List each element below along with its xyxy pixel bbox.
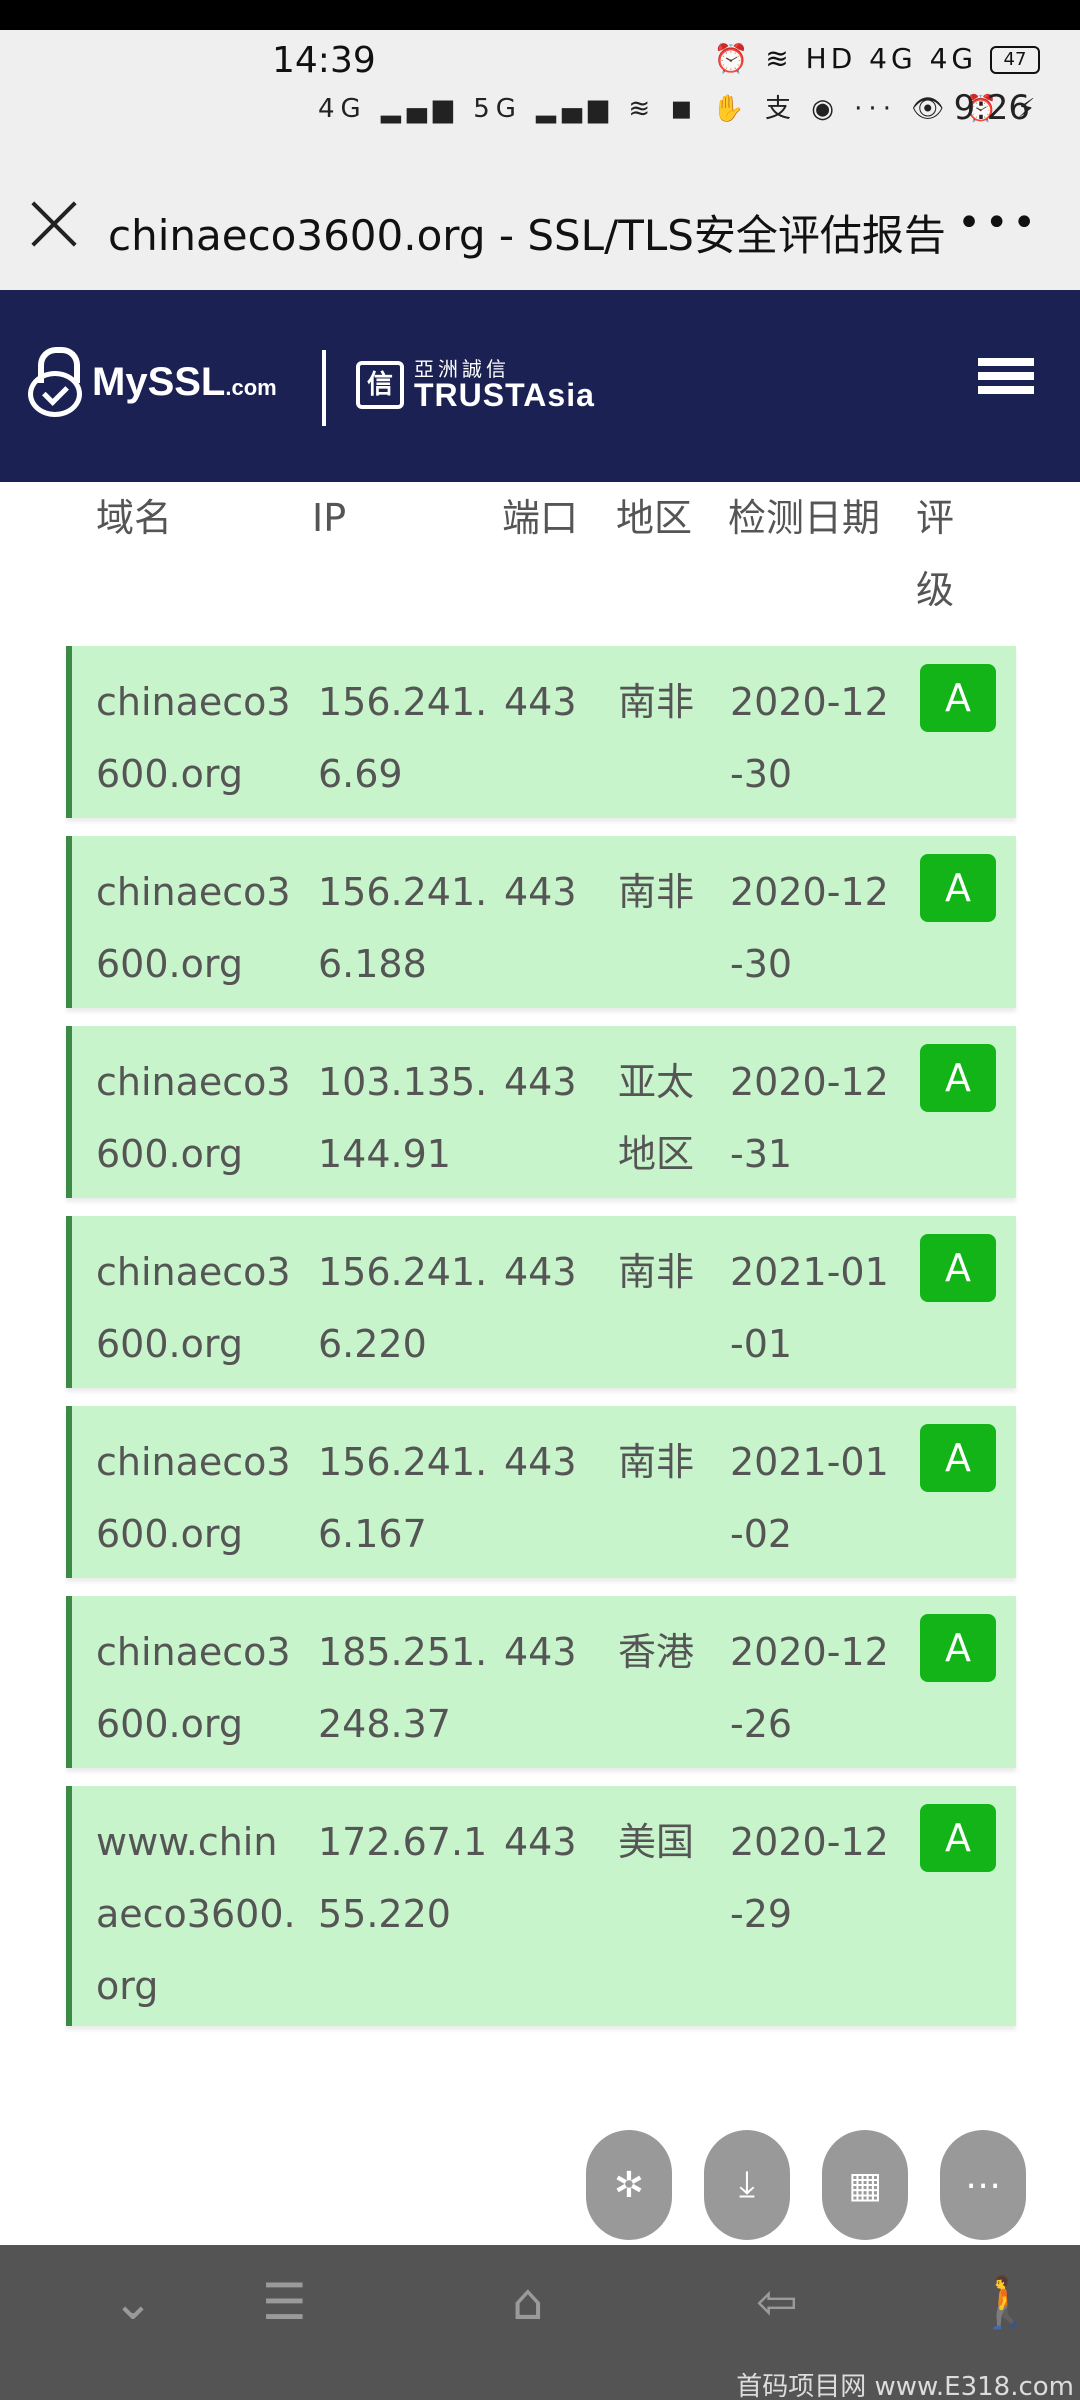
trustasia-badge-icon: 信: [356, 361, 404, 409]
cell-port: 443: [504, 680, 577, 724]
trustasia-cn: 亞洲誠信: [414, 357, 510, 381]
status-icons-text: ⏰ ≋ HD 4G 4G: [713, 42, 978, 75]
cell-region: 南非: [618, 1250, 695, 1294]
cell-domain: chinaeco3600.org: [96, 680, 291, 796]
browser-toolbar: chinaeco3600.org - SSL/TLS安全评估报告 •••: [0, 140, 1080, 290]
nav-home-icon[interactable]: ⌂: [512, 2273, 544, 2331]
cell-domain: chinaeco3600.org: [96, 1440, 291, 1556]
cell-port: 443: [504, 1440, 577, 1484]
cell-port: 443: [504, 870, 577, 914]
more-options-button[interactable]: •••: [957, 200, 1040, 246]
cell-region: 南非: [618, 680, 695, 724]
floating-tool-button[interactable]: ✲: [586, 2130, 672, 2240]
cell-date: 2020-12-29: [730, 1820, 889, 1936]
myssl-logo-text: MySSL.com: [92, 359, 277, 404]
table-row[interactable]: chinaeco3600.org 156.241.6.220 443 南非 20…: [66, 1216, 1016, 1388]
header-date: 检测日期: [728, 496, 881, 540]
cell-ip: 156.241.6.167: [318, 1440, 488, 1556]
results-list: chinaeco3600.org 156.241.6.69 443 南非 202…: [66, 646, 1016, 2044]
table-row[interactable]: chinaeco3600.org 156.241.6.188 443 南非 20…: [66, 836, 1016, 1008]
cell-date: 2020-12-30: [730, 680, 889, 796]
cell-ip: 103.135.144.91: [318, 1060, 488, 1176]
cell-date: 2020-12-30: [730, 870, 889, 986]
cell-date: 2021-01-02: [730, 1440, 889, 1556]
battery-icon: 47: [990, 46, 1040, 74]
cell-ip: 156.241.6.188: [318, 870, 488, 986]
myssl-logo[interactable]: MySSL.com: [28, 342, 277, 422]
cell-date: 2020-12-31: [730, 1060, 889, 1176]
header-port: 端口: [502, 496, 579, 540]
download-icon[interactable]: ⤓: [704, 2130, 790, 2240]
menu-icon[interactable]: [978, 358, 1034, 410]
cell-date: 2021-01-01: [730, 1250, 889, 1366]
grade-badge[interactable]: A: [920, 1424, 996, 1492]
status-time: 14:39: [272, 40, 376, 81]
table-row[interactable]: www.chinaeco3600.org 172.67.155.220 443 …: [66, 1786, 1016, 2026]
cell-domain: chinaeco3600.org: [96, 1250, 291, 1366]
cell-region: 美国: [618, 1820, 695, 1864]
cell-domain: chinaeco3600.org: [96, 1060, 291, 1176]
status-icons-right: ⏰ ≋ HD 4G 4G 47: [714, 42, 1040, 75]
status-icons-row2: 4G ▂▄▆ 5G ▂▄▆ ≋ ◼ ✋ 支 ◉ ··· 👁 ⏰ ⚡: [318, 94, 1042, 124]
table-row[interactable]: chinaeco3600.org 156.241.6.69 443 南非 202…: [66, 646, 1016, 818]
trustasia-logo[interactable]: 信 亞洲誠信 TRUSTAsia: [356, 350, 595, 420]
header-ip: IP: [312, 496, 347, 540]
table-row[interactable]: chinaeco3600.org 185.251.248.37 443 香港 2…: [66, 1596, 1016, 1768]
cell-date: 2020-12-26: [730, 1630, 889, 1746]
close-icon[interactable]: [28, 198, 80, 250]
cell-ip: 156.241.6.69: [318, 680, 488, 796]
status-time-secondary: 9:26: [953, 88, 1030, 128]
lock-icon: [28, 347, 82, 417]
cell-ip: 156.241.6.220: [318, 1250, 488, 1366]
cell-port: 443: [504, 1820, 577, 1864]
grade-badge[interactable]: A: [920, 664, 996, 732]
grade-badge[interactable]: A: [920, 1804, 996, 1872]
accessibility-icon[interactable]: 🚶: [974, 2273, 1036, 2332]
table-row[interactable]: chinaeco3600.org 103.135.144.91 443 亚太地区…: [66, 1026, 1016, 1198]
header-domain: 域名: [96, 496, 173, 540]
more-icon[interactable]: ⋯: [940, 2130, 1026, 2240]
cell-ip: 185.251.248.37: [318, 1630, 488, 1746]
cell-domain: www.chinaeco3600.org: [96, 1820, 296, 2008]
cell-ip: 172.67.155.220: [318, 1820, 488, 1936]
cell-region: 南非: [618, 1440, 695, 1484]
cell-region: 亚太地区: [618, 1060, 695, 1176]
page-title: chinaeco3600.org - SSL/TLS安全评估报告: [108, 211, 946, 260]
table-row[interactable]: chinaeco3600.org 156.241.6.167 443 南非 20…: [66, 1406, 1016, 1578]
grade-badge[interactable]: A: [920, 1044, 996, 1112]
status-bar: 14:39 ⏰ ≋ HD 4G 4G 47 4G ▂▄▆ 5G ▂▄▆ ≋ ◼ …: [0, 30, 1080, 140]
cell-domain: chinaeco3600.org: [96, 1630, 291, 1746]
grid-icon[interactable]: ▦: [822, 2130, 908, 2240]
cell-port: 443: [504, 1060, 577, 1104]
header-region: 地区: [616, 496, 693, 540]
grade-badge[interactable]: A: [920, 854, 996, 922]
cell-region: 南非: [618, 870, 695, 914]
header-grade: 评级: [916, 496, 955, 612]
top-black-strip: [0, 0, 1080, 30]
nav-return-icon[interactable]: ⇦: [756, 2273, 798, 2331]
site-header: MySSL.com 信 亞洲誠信 TRUSTAsia: [0, 290, 1080, 482]
cell-port: 443: [504, 1250, 577, 1294]
cell-region: 香港: [618, 1630, 695, 1674]
trustasia-en: TRUSTAsia: [414, 377, 595, 413]
watermark: 首码项目网 www.E318.com: [736, 2372, 1074, 2402]
nav-back-chevron-icon[interactable]: ⌄: [112, 2273, 154, 2331]
cell-domain: chinaeco3600.org: [96, 870, 291, 986]
grade-badge[interactable]: A: [920, 1614, 996, 1682]
logo-divider: [322, 350, 326, 426]
cell-port: 443: [504, 1630, 577, 1674]
nav-menu-icon[interactable]: ☰: [262, 2273, 307, 2331]
grade-badge[interactable]: A: [920, 1234, 996, 1302]
table-header: 域名 IP 端口 地区 检测日期 评级: [0, 482, 1080, 612]
